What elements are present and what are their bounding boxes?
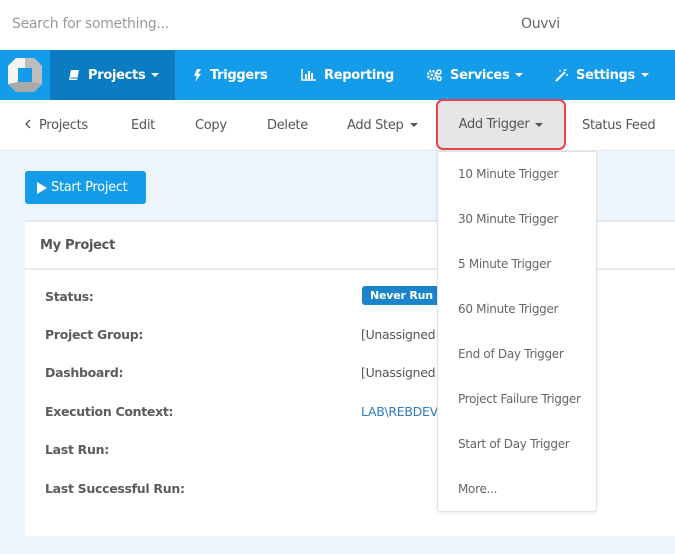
add-trigger-menu: 10 Minute Trigger 30 Minute Trigger 5 Mi… (437, 151, 597, 512)
start-project-button[interactable]: Start Project (25, 171, 146, 204)
last-run-label: Last Run: (45, 442, 109, 457)
status-feed-button[interactable]: Status Feed (582, 100, 656, 150)
nav-projects[interactable]: Projects (50, 50, 175, 100)
gears-icon (427, 69, 442, 81)
menu-item-10-minute-trigger[interactable]: 10 Minute Trigger (458, 167, 558, 181)
chevron-down-icon (535, 122, 544, 127)
nav-settings-label: Settings (576, 67, 635, 83)
edit-button[interactable]: Edit (131, 100, 155, 150)
back-to-projects-link[interactable]: Projects (25, 100, 88, 150)
copy-label: Copy (195, 117, 227, 133)
nav-reporting-label: Reporting (324, 67, 395, 83)
edit-label: Edit (131, 117, 155, 133)
status-feed-label: Status Feed (582, 117, 656, 133)
menu-item-5-minute-trigger[interactable]: 5 Minute Trigger (458, 257, 551, 271)
add-step-dropdown[interactable]: Add Step (347, 100, 418, 150)
add-step-label: Add Step (347, 117, 404, 133)
menu-item-more[interactable]: More... (458, 482, 497, 496)
add-trigger-dropdown[interactable]: Add Trigger (436, 99, 566, 150)
nav-triggers-label: Triggers (210, 67, 268, 83)
menu-item-end-of-day-trigger[interactable]: End of Day Trigger (458, 347, 564, 361)
nav-reporting[interactable]: Reporting (301, 50, 394, 100)
project-title: My Project (40, 238, 116, 253)
nav-services-label: Services (450, 67, 510, 83)
delete-label: Delete (267, 117, 308, 133)
copy-button[interactable]: Copy (195, 100, 227, 150)
project-toolbar: Projects Edit Copy Delete Add Step Add T… (0, 99, 675, 151)
magic-wand-icon (555, 68, 568, 82)
nav-projects-label: Projects (88, 67, 146, 83)
play-icon (37, 181, 47, 194)
bar-chart-icon (301, 69, 316, 81)
menu-item-30-minute-trigger[interactable]: 30 Minute Trigger (458, 212, 558, 226)
execution-context-link[interactable]: LAB\REBDEV (361, 404, 438, 419)
main-navbar: Projects Triggers Reporting Services Set… (0, 50, 675, 100)
menu-item-project-failure-trigger[interactable]: Project Failure Trigger (458, 392, 581, 406)
last-successful-run-label: Last Successful Run: (45, 481, 185, 496)
chevron-down-icon (151, 73, 160, 77)
chevron-down-icon (409, 123, 418, 127)
menu-item-60-minute-trigger[interactable]: 60 Minute Trigger (458, 302, 558, 316)
nav-services[interactable]: Services (427, 50, 524, 100)
project-group-label: Project Group: (45, 327, 144, 342)
dashboard-value: [Unassigned (361, 365, 436, 380)
chevron-down-icon (640, 73, 649, 77)
ouvvi-logo[interactable] (0, 50, 50, 100)
menu-item-start-of-day-trigger[interactable]: Start of Day Trigger (458, 437, 570, 451)
top-bar: Ouvvi (0, 0, 675, 50)
back-label: Projects (39, 117, 88, 133)
bolt-icon (193, 68, 202, 82)
add-trigger-label: Add Trigger (458, 117, 530, 132)
start-project-label: Start Project (51, 180, 128, 195)
status-label: Status: (45, 289, 94, 304)
execution-context-label: Execution Context: (45, 404, 174, 419)
chevron-left-icon (25, 118, 31, 133)
dashboard-label: Dashboard: (45, 365, 124, 380)
project-group-value: [Unassigned (361, 327, 436, 342)
book-icon (68, 69, 80, 81)
status-badge: Never Run (362, 286, 441, 305)
username-label[interactable]: Ouvvi (521, 16, 560, 32)
chevron-down-icon (515, 73, 524, 77)
search-input[interactable] (12, 16, 312, 32)
delete-button[interactable]: Delete (267, 100, 308, 150)
nav-triggers[interactable]: Triggers (193, 50, 268, 100)
nav-settings[interactable]: Settings (555, 50, 649, 100)
